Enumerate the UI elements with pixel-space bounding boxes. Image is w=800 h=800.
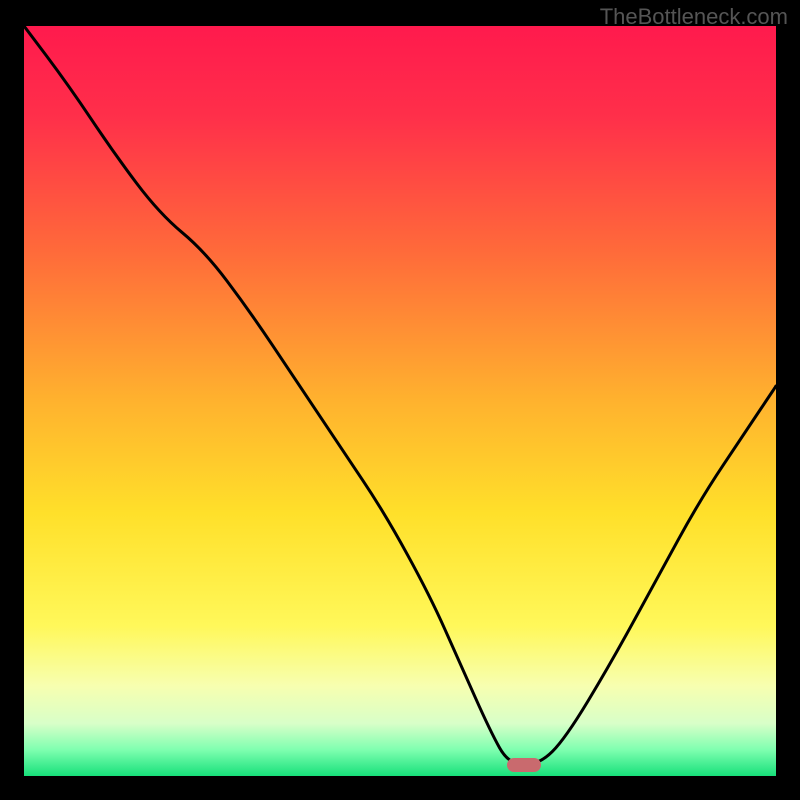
plot-area xyxy=(24,26,776,776)
optimal-marker xyxy=(507,758,541,772)
watermark-text: TheBottleneck.com xyxy=(600,4,788,30)
bottleneck-curve xyxy=(24,26,776,776)
